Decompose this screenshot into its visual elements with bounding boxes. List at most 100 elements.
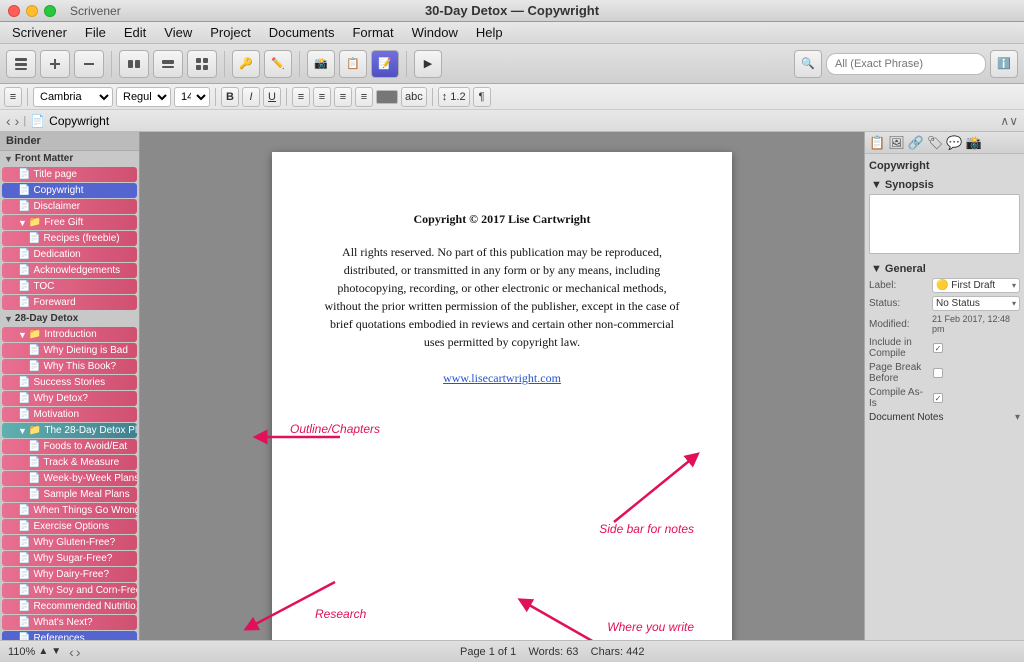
menu-edit[interactable]: Edit (116, 23, 154, 42)
align-center-btn[interactable]: ≡ (313, 87, 331, 107)
binder-item-dieting[interactable]: 📄 Why Dieting is Bad (2, 343, 137, 358)
close-button[interactable] (8, 5, 20, 17)
fullscreen-button[interactable] (44, 5, 56, 17)
align-left-btn[interactable]: ≡ (292, 87, 310, 107)
inspector-link-icon[interactable]: 🔗 (908, 135, 924, 151)
toolbar-edit-btn[interactable]: ✏️ (264, 50, 292, 78)
binder-section-28day[interactable]: ▼ 28-Day Detox (0, 311, 139, 326)
inspector-snap-icon[interactable]: 📸 (966, 135, 982, 151)
toolbar-view3-btn[interactable] (187, 50, 217, 78)
binder-item-free-gift[interactable]: ▼ 📁 Free Gift (2, 215, 137, 230)
inspector-comment-icon[interactable]: 💬 (946, 135, 962, 151)
binder-item-gluten[interactable]: 📄 Why Gluten-Free? (2, 535, 137, 550)
italic-btn[interactable]: I (242, 87, 260, 107)
collapse-front-matter-icon[interactable]: ▼ (4, 154, 13, 164)
toolbar-view1-btn[interactable] (119, 50, 149, 78)
binder-item-why-detox[interactable]: 📄 Why Detox? (2, 391, 137, 406)
binder-item-track[interactable]: 📄 Track & Measure (2, 455, 137, 470)
binder-item-whats-next[interactable]: 📄 What's Next? (2, 615, 137, 630)
binder-item-foreword[interactable]: 📄 Foreward (2, 295, 137, 310)
28plan-collapse-icon[interactable]: ▼ (18, 426, 27, 436)
toolbar-cork-btn[interactable]: 📋 (339, 50, 367, 78)
inspector-tag-icon[interactable]: 🏷 (927, 135, 944, 151)
search-input[interactable] (826, 53, 986, 75)
binder-item-foods[interactable]: 📄 Foods to Avoid/Eat (2, 439, 137, 454)
minimize-button[interactable] (26, 5, 38, 17)
zoom-down-icon[interactable]: ▼ (51, 646, 61, 657)
binder-item-disclaimer[interactable]: 📄 Disclaimer (2, 199, 137, 214)
para-btn[interactable]: ¶ (473, 87, 491, 107)
page-link[interactable]: www.lisecartwright.com (322, 371, 682, 386)
toolbar-info-btn[interactable]: ℹ️ (990, 50, 1018, 78)
toolbar-key-btn[interactable]: 🔑 (232, 50, 260, 78)
compile-asis-checkbox[interactable]: ✓ (933, 393, 943, 403)
size-select[interactable]: 14 (174, 87, 210, 107)
toolbar-add-btn[interactable] (40, 50, 70, 78)
zoom-up-icon[interactable]: ▲ (38, 646, 48, 657)
binder-item-motivation[interactable]: 📄 Motivation (2, 407, 137, 422)
inspector-notes-icon[interactable]: 📋 (869, 135, 885, 151)
binder-item-dairy[interactable]: 📄 Why Dairy-Free? (2, 567, 137, 582)
page-break-checkbox[interactable] (933, 368, 943, 378)
binder-item-introduction[interactable]: ▼ 📁 Introduction (2, 327, 137, 342)
status-value[interactable]: No Status ▾ (932, 296, 1020, 311)
toolbar-delete-btn[interactable] (74, 50, 104, 78)
menu-help[interactable]: Help (468, 23, 511, 42)
inspector-toolbar: 📋 🖼 🔗 🏷 💬 📸 (865, 132, 1024, 154)
menu-window[interactable]: Window (404, 23, 466, 42)
font-select[interactable]: Cambria (33, 87, 113, 107)
menu-scrivener[interactable]: Scrivener (4, 23, 75, 42)
binder-item-wrong[interactable]: 📄 When Things Go Wrong (2, 503, 137, 518)
toolbar-format-btn[interactable]: ▶ (414, 50, 442, 78)
toolbar-binder-btn[interactable] (6, 50, 36, 78)
toolbar-text-btn[interactable]: 📝 (371, 50, 399, 78)
next-page-btn[interactable]: › (76, 644, 81, 660)
binder-item-success[interactable]: 📄 Success Stories (2, 375, 137, 390)
binder-item-recipes[interactable]: 📄 Recipes (freebie) (2, 231, 137, 246)
align-justify-btn[interactable]: ≡ (355, 87, 373, 107)
collapse-28day-icon[interactable]: ▼ (4, 314, 13, 324)
binder-item-references[interactable]: 📄 References (2, 631, 137, 640)
binder-item-acknowledgements[interactable]: 📄 Acknowledgements (2, 263, 137, 278)
color-btn[interactable] (376, 90, 398, 104)
menu-project[interactable]: Project (202, 23, 258, 42)
binder-item-title-page[interactable]: 📄 Title page (2, 167, 137, 182)
editor-area[interactable]: Copyright © 2017 Lise Cartwright All rig… (140, 132, 864, 640)
intro-collapse-icon[interactable]: ▼ (18, 330, 27, 340)
nav-back-btn[interactable]: ‹ (6, 113, 11, 129)
spacing-btn[interactable]: ↕ 1.2 (438, 87, 470, 107)
binder-item-why-book[interactable]: 📄 Why This Book? (2, 359, 137, 374)
style-select[interactable]: Regular (116, 87, 171, 107)
binder-item-copyright[interactable]: 📄 Copywright (2, 183, 137, 198)
underline-btn[interactable]: U (263, 87, 281, 107)
menu-format[interactable]: Format (344, 23, 401, 42)
binder-item-week-plans[interactable]: 📄 Week-by-Week Plans (2, 471, 137, 486)
binder-item-dedication[interactable]: 📄 Dedication (2, 247, 137, 262)
binder-item-meal-plans[interactable]: 📄 Sample Meal Plans (2, 487, 137, 502)
synopsis-box[interactable] (869, 194, 1020, 254)
free-gift-collapse-icon[interactable]: ▼ (18, 218, 27, 228)
binder-item-toc[interactable]: 📄 TOC (2, 279, 137, 294)
menu-documents[interactable]: Documents (261, 23, 343, 42)
binder-item-sugar[interactable]: 📄 Why Sugar-Free? (2, 551, 137, 566)
binder-item-soy[interactable]: 📄 Why Soy and Corn-Free? (2, 583, 137, 598)
format-list-btn[interactable]: ≡ (4, 87, 22, 107)
toolbar-snap-btn[interactable]: 📸 (307, 50, 335, 78)
menu-file[interactable]: File (77, 23, 114, 42)
highlight-btn[interactable]: abc (401, 87, 427, 107)
inspector-img-icon[interactable]: 🖼 (888, 135, 905, 151)
toolbar-view2-btn[interactable] (153, 50, 183, 78)
binder-section-front-matter[interactable]: ▼ Front Matter (0, 151, 139, 166)
prev-page-btn[interactable]: ‹ (69, 644, 74, 660)
menu-view[interactable]: View (156, 23, 200, 42)
binder-item-28plan[interactable]: ▼ 📁 The 28-Day Detox Plan (2, 423, 137, 438)
compile-checkbox[interactable]: ✓ (933, 343, 943, 353)
binder-item-nutritio[interactable]: 📄 Recommended Nutritio... (2, 599, 137, 614)
modified-value: 21 Feb 2017, 12:48 pm (932, 314, 1020, 334)
nav-forward-btn[interactable]: › (15, 113, 20, 129)
toolbar-search-btn[interactable]: 🔍 (794, 50, 822, 78)
label-value[interactable]: 🟡 First Draft ▾ (932, 278, 1020, 293)
bold-btn[interactable]: B (221, 87, 239, 107)
align-right-btn[interactable]: ≡ (334, 87, 352, 107)
binder-item-exercise[interactable]: 📄 Exercise Options (2, 519, 137, 534)
